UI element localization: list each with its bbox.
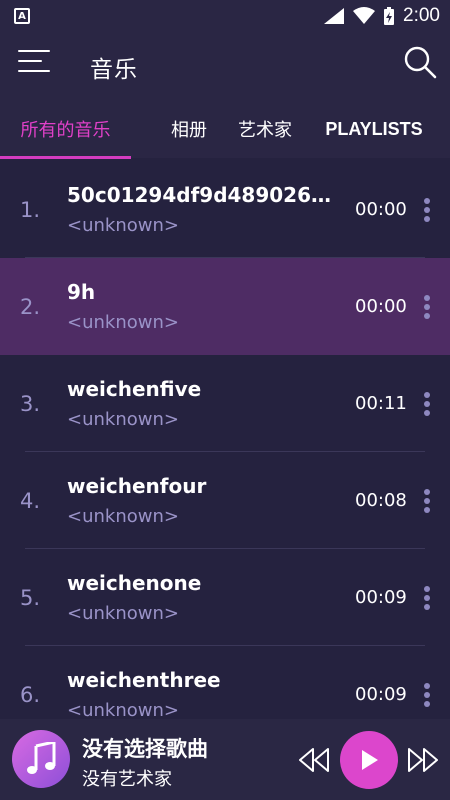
fast-forward-icon[interactable] — [406, 746, 440, 774]
now-playing-title: 没有选择歌曲 — [82, 737, 208, 761]
more-vert-icon[interactable] — [418, 392, 436, 416]
song-duration: 00:00 — [355, 199, 407, 220]
song-duration: 00:09 — [355, 684, 407, 705]
song-artist: <unknown> — [67, 506, 179, 527]
tab-playlists[interactable]: PLAYLISTS — [315, 100, 433, 158]
song-duration: 00:11 — [355, 393, 407, 414]
song-index: 1. — [20, 197, 41, 222]
song-artist: <unknown> — [67, 700, 179, 719]
song-artist: <unknown> — [67, 312, 179, 333]
hamburger-icon[interactable] — [18, 48, 52, 74]
song-duration: 00:08 — [355, 490, 407, 511]
song-title: weichenfour — [67, 474, 207, 498]
tab-bar: 所有的音乐 相册 艺术家 PLAYLISTS — [0, 100, 450, 158]
song-index: 4. — [20, 488, 41, 513]
song-list[interactable]: 1. 50c01294df9d4890263… <unknown> 00:00 … — [0, 161, 450, 719]
signal-icon — [324, 8, 345, 24]
app-notification-icon: A — [14, 8, 30, 24]
mini-player[interactable]: 没有选择歌曲 没有艺术家 — [0, 719, 450, 800]
song-row[interactable]: 5. weichenone <unknown> 00:09 — [0, 549, 450, 646]
song-duration: 00:00 — [355, 296, 407, 317]
page-title: 音乐 — [90, 57, 138, 83]
song-row[interactable]: 4. weichenfour <unknown> 00:08 — [0, 452, 450, 549]
tab-artists[interactable]: 艺术家 — [225, 100, 305, 158]
now-playing-artist: 没有艺术家 — [82, 769, 172, 790]
song-title: weichenone — [67, 571, 202, 595]
tab-all-music[interactable]: 所有的音乐 — [0, 100, 131, 158]
status-bar: A 2:00 — [0, 0, 450, 32]
more-vert-icon[interactable] — [418, 683, 436, 707]
song-title: 50c01294df9d4890263… — [67, 183, 333, 207]
play-button[interactable] — [340, 731, 398, 789]
song-index: 2. — [20, 294, 41, 319]
song-index: 6. — [20, 682, 41, 707]
song-title: 9h — [67, 280, 96, 304]
song-duration: 00:09 — [355, 587, 407, 608]
search-icon[interactable] — [402, 44, 438, 80]
more-vert-icon[interactable] — [418, 198, 436, 222]
play-icon — [362, 750, 378, 770]
song-artist: <unknown> — [67, 603, 179, 624]
song-index: 3. — [20, 391, 41, 416]
rewind-icon[interactable] — [297, 746, 331, 774]
more-vert-icon[interactable] — [418, 586, 436, 610]
battery-icon — [384, 7, 395, 25]
more-vert-icon[interactable] — [418, 489, 436, 513]
song-row[interactable]: 1. 50c01294df9d4890263… <unknown> 00:00 — [0, 161, 450, 258]
song-artist: <unknown> — [67, 409, 179, 430]
more-vert-icon[interactable] — [418, 295, 436, 319]
song-row[interactable]: 3. weichenfive <unknown> 00:11 — [0, 355, 450, 452]
status-icons: 2:00 — [323, 5, 440, 27]
tab-albums[interactable]: 相册 — [140, 100, 238, 158]
song-title: weichenfive — [67, 377, 202, 401]
album-cover[interactable] — [12, 730, 70, 788]
status-time: 2:00 — [403, 5, 440, 26]
app-bar: 音乐 — [0, 32, 450, 100]
tab-indicator — [0, 156, 131, 159]
song-row[interactable]: 6. weichenthree <unknown> 00:09 — [0, 646, 450, 719]
song-index: 5. — [20, 585, 41, 610]
song-title: weichenthree — [67, 668, 221, 692]
song-row-selected[interactable]: 2. 9h <unknown> 00:00 — [0, 258, 450, 355]
song-artist: <unknown> — [67, 215, 179, 236]
music-note-icon — [27, 742, 56, 774]
wifi-icon — [353, 7, 376, 24]
